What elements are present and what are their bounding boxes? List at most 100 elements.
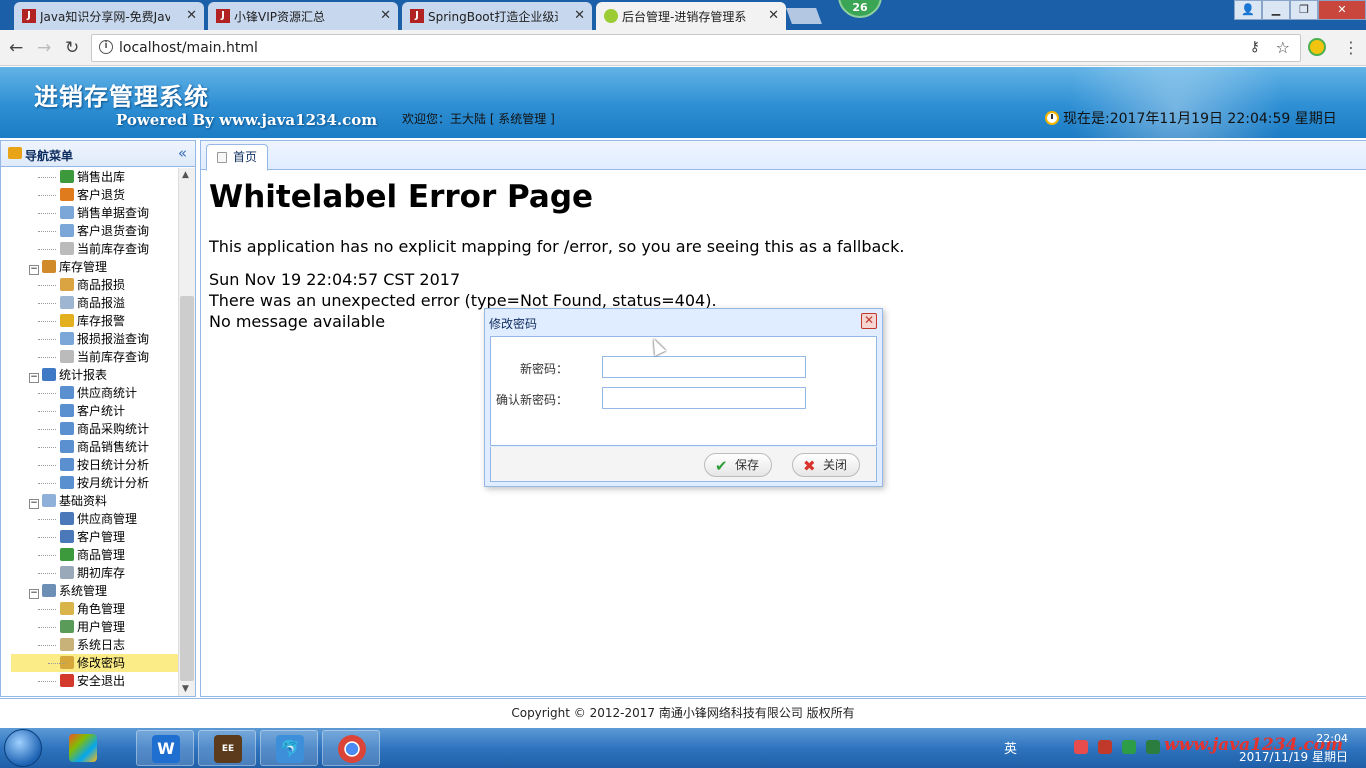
sidebar-item[interactable]: 商品采购统计	[1, 420, 179, 438]
sidebar-item[interactable]: − 基础资料	[1, 492, 179, 510]
tray-app-icon[interactable]	[1098, 740, 1112, 754]
sidebar-item[interactable]: 库存报警	[1, 312, 179, 330]
new-password-input[interactable]	[602, 356, 806, 378]
maximize-button[interactable]: ❐	[1290, 0, 1318, 20]
sidebar-item[interactable]: 按日统计分析	[1, 456, 179, 474]
taskbar-app-explorer[interactable]	[54, 730, 112, 766]
browser-tab-1[interactable]: J Java知识分享网-免费Jav ✕	[14, 2, 204, 30]
tree-toggle-icon[interactable]: −	[29, 373, 39, 383]
url-input[interactable]: i localhost/main.html ⚷ ☆	[91, 34, 1301, 62]
save-button[interactable]: ✔ 保存	[704, 453, 773, 477]
notification-badge[interactable]: 26	[838, 0, 882, 18]
reload-icon[interactable]: ↻	[65, 38, 79, 58]
sidebar-item-label: 角色管理	[77, 602, 126, 616]
url-text[interactable]: localhost/main.html	[119, 40, 258, 56]
sidebar-item[interactable]: 客户退货	[1, 186, 179, 204]
browser-tab-3[interactable]: J SpringBoot打造企业级进 ✕	[402, 2, 592, 30]
close-icon[interactable]: ✕	[186, 8, 197, 23]
scroll-thumb[interactable]	[180, 296, 194, 681]
close-window-button[interactable]: ✕	[1318, 0, 1366, 20]
new-tab-button[interactable]	[786, 8, 822, 24]
sidebar-item[interactable]: 报损报溢查询	[1, 330, 179, 348]
doc-icon	[60, 350, 74, 363]
user-icon	[60, 512, 74, 525]
sidebar-item-label: 系统管理	[59, 584, 108, 598]
box-icon	[42, 260, 56, 273]
sidebar-item[interactable]: 供应商统计	[1, 384, 179, 402]
sidebar-item-label: 销售单据查询	[77, 206, 150, 220]
back-arrow-icon[interactable]: ←	[9, 38, 23, 58]
tree-toggle-icon[interactable]: −	[29, 265, 39, 275]
sidebar-item[interactable]: − 统计报表	[1, 366, 179, 384]
dialog-body: 新密码： 确认新密码：	[490, 336, 877, 446]
sidebar-item-label: 安全退出	[77, 674, 126, 688]
scroll-up-icon[interactable]: ▲	[182, 170, 189, 180]
sidebar-item[interactable]: 商品管理	[1, 546, 179, 564]
sidebar-item[interactable]: 当前库存查询	[1, 240, 179, 258]
sidebar-item[interactable]: 供应商管理	[1, 510, 179, 528]
sidebar-item[interactable]: 销售出库	[1, 168, 179, 186]
sidebar-item[interactable]: 用户管理	[1, 618, 179, 636]
sidebar-item[interactable]: 角色管理	[1, 600, 179, 618]
security-shield-icon[interactable]	[1146, 740, 1160, 754]
taskbar-app-eclipse[interactable]: EE	[198, 730, 256, 766]
tray-app-icon[interactable]	[1074, 740, 1088, 754]
sidebar-item[interactable]: − 系统管理	[1, 582, 179, 600]
clock-text: 现在是:2017年11月19日 22:04:59 星期日	[1063, 111, 1337, 127]
extension-icon[interactable]	[1308, 38, 1326, 56]
powered-by: Powered By www.java1234.com	[116, 111, 378, 129]
confirm-password-input[interactable]	[602, 387, 806, 409]
sidebar-item[interactable]: 商品报损	[1, 276, 179, 294]
close-button[interactable]: ✖ 关闭	[792, 453, 861, 477]
browser-tab-2[interactable]: J 小锋VIP资源汇总 ✕	[208, 2, 398, 30]
network-icon[interactable]	[1122, 740, 1136, 754]
sidebar-item[interactable]: 安全退出	[1, 672, 179, 690]
sidebar-item[interactable]: 系统日志	[1, 636, 179, 654]
close-icon[interactable]: ✕	[768, 8, 779, 23]
dialog-close-icon[interactable]: ✕	[861, 313, 877, 329]
minimize-button[interactable]: ▁	[1262, 0, 1290, 20]
save-label: 保存	[735, 458, 760, 472]
sidebar-scrollbar[interactable]: ▲ ▼	[178, 168, 195, 696]
info-icon[interactable]: i	[99, 40, 113, 54]
sidebar-item-label: 当前库存查询	[77, 350, 150, 364]
close-icon[interactable]: ✕	[574, 8, 585, 23]
menu-icon[interactable]: ⋮	[1343, 38, 1359, 57]
start-button[interactable]	[4, 729, 42, 767]
sidebar-item[interactable]: 客户统计	[1, 402, 179, 420]
browser-tab-4[interactable]: 后台管理-进销存管理系 ✕	[596, 2, 786, 30]
close-icon[interactable]: ✕	[380, 8, 391, 23]
user-icon[interactable]: 👤	[1234, 0, 1262, 20]
sidebar-item-label: 商品管理	[77, 548, 126, 562]
tree-toggle-icon[interactable]: −	[29, 589, 39, 599]
ime-indicator[interactable]: 英	[1004, 738, 1017, 757]
taskbar-app-chrome[interactable]	[322, 730, 380, 766]
taskbar-app-dbtool[interactable]: 🐬	[260, 730, 318, 766]
tray-date[interactable]: 2017/11/19 星期日	[1239, 748, 1348, 765]
star-icon[interactable]: ☆	[1276, 38, 1290, 57]
sidebar-item[interactable]: 客户退货查询	[1, 222, 179, 240]
content-tabs: 首页	[201, 141, 1366, 171]
chart-icon	[60, 422, 74, 435]
sidebar-item[interactable]: − 库存管理	[1, 258, 179, 276]
tree-toggle-icon[interactable]: −	[29, 499, 39, 509]
sidebar-item-label: 当前库存查询	[77, 242, 150, 256]
tab-home[interactable]: 首页	[206, 144, 269, 171]
sidebar-item[interactable]: 商品销售统计	[1, 438, 179, 456]
collapse-icon[interactable]: «	[178, 144, 187, 162]
dialog-header[interactable]: 修改密码 ✕	[485, 309, 882, 335]
sidebar-item[interactable]: 商品报溢	[1, 294, 179, 312]
tray-time[interactable]: 22:04	[1316, 731, 1348, 746]
key-icon[interactable]: ⚷	[1250, 39, 1260, 55]
taskbar-app-wps[interactable]: W	[136, 730, 194, 766]
sidebar-item[interactable]: 当前库存查询	[1, 348, 179, 366]
sidebar-item[interactable]: 修改密码	[11, 654, 179, 672]
windows-flag-icon	[69, 734, 97, 762]
scroll-down-icon[interactable]: ▼	[182, 684, 189, 694]
forward-arrow-icon[interactable]: →	[37, 38, 51, 58]
sidebar-item[interactable]: 期初库存	[1, 564, 179, 582]
sidebar-item[interactable]: 销售单据查询	[1, 204, 179, 222]
sidebar-item[interactable]: 按月统计分析	[1, 474, 179, 492]
sidebar-item[interactable]: 客户管理	[1, 528, 179, 546]
error-message: This application has no explicit mapping…	[209, 237, 905, 256]
